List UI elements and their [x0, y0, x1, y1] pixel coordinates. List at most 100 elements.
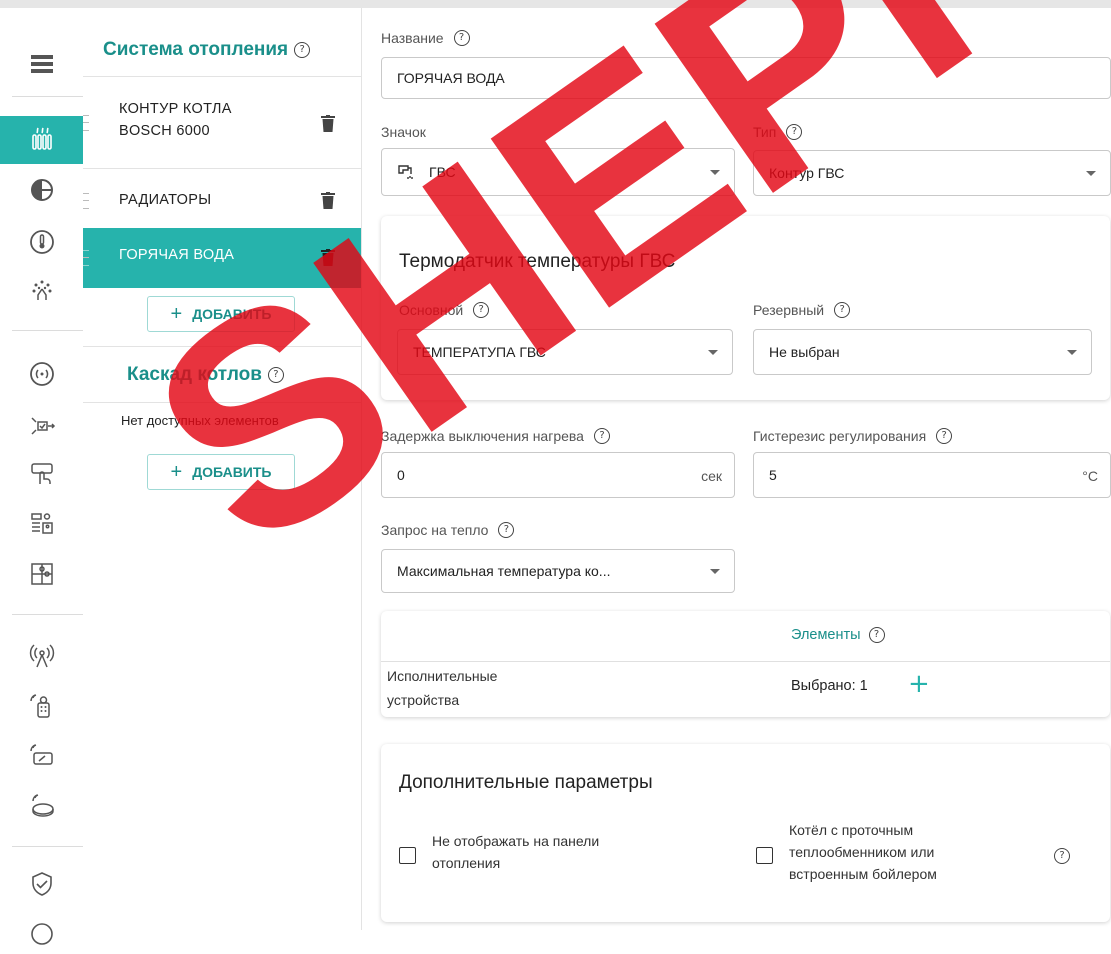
hysteresis-unit: °C — [1082, 468, 1098, 484]
cascade-empty-text: Нет доступных элементов — [121, 413, 279, 428]
trash-icon[interactable] — [321, 115, 335, 132]
rail-divider — [12, 614, 83, 615]
help-icon[interactable]: ? — [593, 428, 610, 444]
thermometer-icon[interactable] — [22, 222, 62, 262]
drag-handle-icon[interactable] — [83, 115, 89, 131]
hide-on-panel-label-line: отопления — [432, 855, 501, 871]
trash-icon[interactable] — [321, 249, 335, 266]
icon-label: Значок — [381, 124, 426, 140]
menu-icon[interactable] — [22, 44, 62, 84]
add-button-label: ДОБАВИТЬ — [192, 464, 272, 480]
main-sensor-select[interactable]: ТЕМПЕРАТУПА ГВС — [397, 329, 733, 375]
reserve-sensor-value: Не выбран — [769, 344, 840, 360]
heat-request-value: Максимальная температура ко... — [397, 563, 611, 579]
boiler-gauge-icon[interactable] — [22, 170, 62, 210]
radiator-icon[interactable] — [22, 120, 62, 160]
help-icon[interactable]: ? — [498, 522, 515, 538]
list-item-boiler-circuit[interactable]: КОНТУР КОТЛА BOSCH 6000 — [83, 76, 361, 169]
icon-select[interactable]: ГВС — [381, 148, 735, 196]
wireless-leak-sensor-icon[interactable] — [22, 786, 62, 826]
type-select[interactable]: Контур ГВС — [753, 150, 1111, 196]
help-icon[interactable]: ? — [936, 428, 953, 444]
delay-input[interactable]: 0 сек — [381, 452, 735, 498]
hysteresis-label: Гистерезис регулирования ? — [753, 428, 953, 444]
chevron-down-icon — [710, 170, 720, 175]
touch-button-icon[interactable] — [22, 454, 62, 494]
heat-request-select[interactable]: Максимальная температура ко... — [381, 549, 735, 593]
rail-divider — [12, 846, 83, 847]
help-icon[interactable]: ? — [267, 367, 284, 383]
list-item-label-line: BOSCH 6000 — [119, 123, 210, 139]
main-sensor-label-text: Основной — [399, 302, 464, 318]
control-panel-icon[interactable] — [22, 504, 62, 544]
delay-value: 0 — [397, 467, 405, 483]
help-icon[interactable]: ? — [473, 302, 490, 318]
heating-system-title-text: Система отопления — [103, 39, 289, 60]
hide-on-panel-label-line: Не отображать на панели — [432, 833, 600, 849]
instant-boiler-label-line: Котёл с проточным — [789, 822, 914, 838]
drag-handle-icon[interactable] — [83, 193, 89, 209]
heating-system-panel: Система отопления ? КОНТУР КОТЛА BOSCH 6… — [83, 8, 362, 930]
hide-on-panel-checkbox[interactable] — [399, 847, 416, 864]
boiler-cascade-title: Каскад котлов ? — [127, 364, 284, 386]
remote-keypad-icon[interactable] — [22, 686, 62, 726]
output-relay-icon[interactable] — [22, 406, 62, 446]
heating-system-title: Система отопления ? — [103, 39, 311, 61]
reserve-sensor-label-text: Резервный — [753, 302, 825, 318]
section-divider — [83, 402, 361, 403]
delay-unit: сек — [701, 468, 722, 484]
actuators-label-line: Исполнительные — [387, 668, 498, 684]
list-item-label-line: КОНТУР КОТЛА — [119, 101, 232, 117]
shield-check-icon[interactable] — [22, 864, 62, 904]
actuators-label: Исполнительные устройства — [387, 664, 497, 712]
wireless-switch-icon[interactable] — [22, 736, 62, 776]
snowflake-sensor-icon[interactable] — [22, 270, 62, 310]
help-icon[interactable]: ? — [294, 42, 311, 58]
help-icon[interactable]: ? — [786, 124, 803, 140]
icon-select-value: ГВС — [429, 164, 456, 180]
instant-boiler-checkbox[interactable] — [756, 847, 773, 864]
hysteresis-label-text: Гистерезис регулирования — [753, 428, 927, 444]
drag-handle-icon[interactable] — [83, 250, 89, 266]
type-label-text: Тип — [753, 124, 777, 140]
reserve-sensor-label: Резервный ? — [753, 302, 851, 318]
instant-boiler-label: Котёл с проточным теплообменником или вс… — [789, 819, 937, 885]
help-icon[interactable]: ? — [453, 30, 470, 46]
temperature-sensor-card: Термодатчик температуры ГВС Основной ? Т… — [381, 216, 1110, 400]
reserve-sensor-select[interactable]: Не выбран — [753, 329, 1092, 375]
settings-partial-icon[interactable] — [22, 914, 62, 954]
section-divider — [83, 346, 361, 347]
name-input-value: ГОРЯЧАЯ ВОДА — [397, 70, 505, 86]
modules-puzzle-icon[interactable] — [22, 554, 62, 594]
extra-params-title: Дополнительные параметры — [399, 772, 653, 793]
radio-antenna-icon[interactable] — [22, 636, 62, 676]
icon-rail — [0, 8, 84, 945]
name-label-text: Название — [381, 30, 444, 46]
type-label: Тип ? — [753, 124, 803, 140]
heat-request-label: Запрос на тепло ? — [381, 522, 515, 538]
help-icon[interactable]: ? — [834, 302, 851, 318]
type-select-value: Контур ГВС — [769, 165, 845, 181]
hysteresis-value: 5 — [769, 467, 777, 483]
trash-icon[interactable] — [321, 192, 335, 209]
help-icon[interactable]: ? — [868, 627, 885, 643]
list-item-radiators[interactable]: РАДИАТОРЫ — [83, 168, 361, 232]
extra-params-card: Дополнительные параметры Не отображать н… — [381, 744, 1110, 922]
list-item-hot-water[interactable]: ГОРЯЧАЯ ВОДА — [83, 228, 361, 288]
wireless-sensor-icon[interactable] — [22, 354, 62, 394]
boiler-cascade-title-text: Каскад котлов — [127, 364, 262, 385]
elements-header-text: Элементы — [791, 627, 861, 643]
top-border — [0, 0, 1111, 8]
elements-card: Элементы ? Исполнительные устройства Выб… — [381, 611, 1110, 717]
hysteresis-input[interactable]: 5 °C — [753, 452, 1111, 498]
chevron-down-icon — [1086, 171, 1096, 176]
add-heating-element-button[interactable]: + ДОБАВИТЬ — [147, 296, 295, 332]
add-cascade-button[interactable]: + ДОБАВИТЬ — [147, 454, 295, 490]
add-actuator-button[interactable]: + — [908, 669, 930, 699]
help-icon[interactable]: ? — [1054, 848, 1070, 864]
selected-count: Выбрано: 1 — [791, 678, 868, 694]
delay-label-text: Задержка выключения нагрева — [381, 428, 584, 444]
name-input[interactable]: ГОРЯЧАЯ ВОДА — [381, 57, 1111, 99]
main-sensor-label: Основной ? — [399, 302, 490, 318]
chevron-down-icon — [708, 350, 718, 355]
